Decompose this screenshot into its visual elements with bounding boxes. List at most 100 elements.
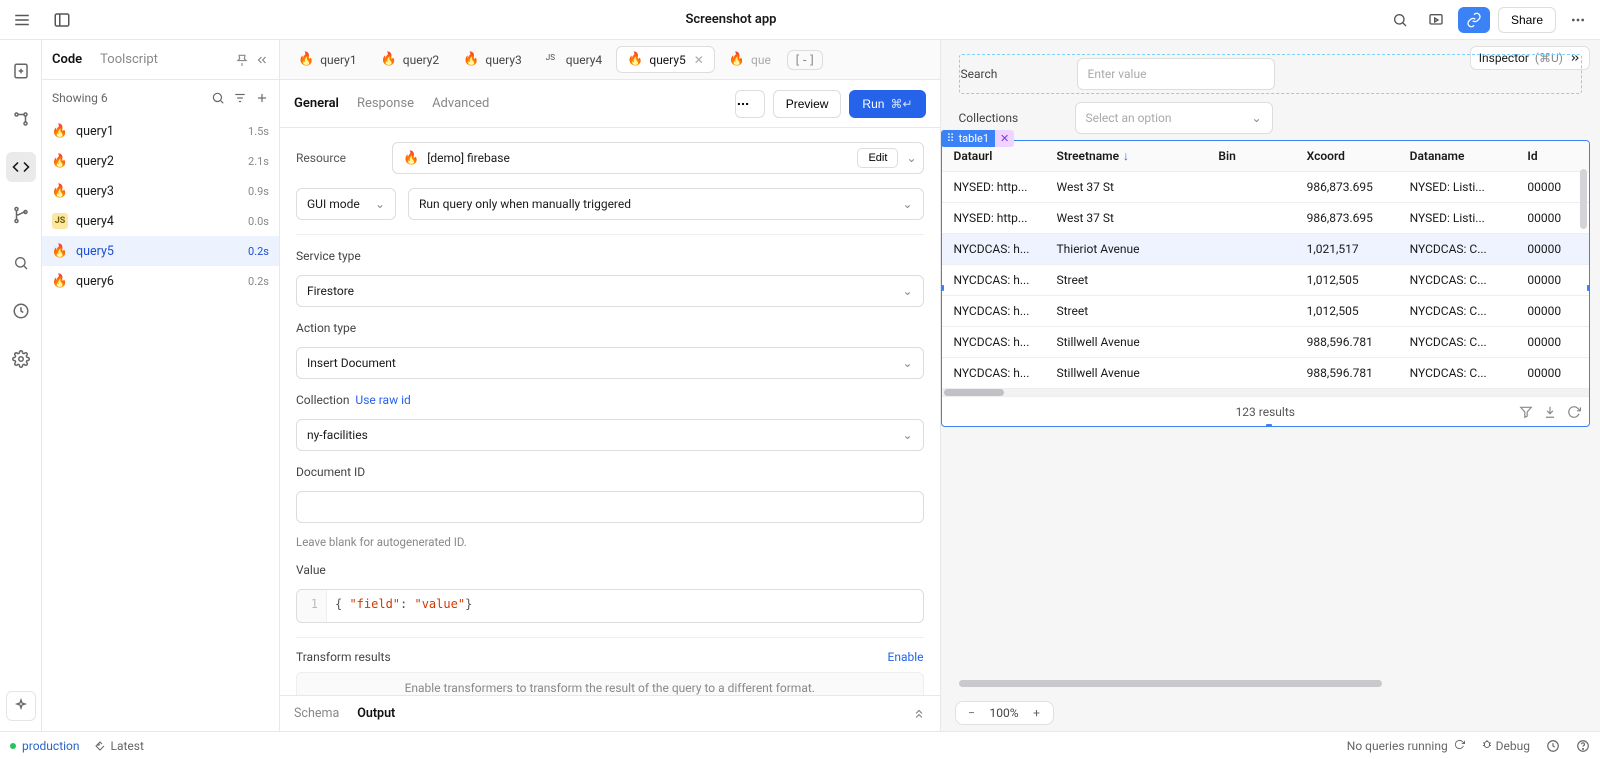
resize-handle-left[interactable] [941,284,945,292]
query-list-item[interactable]: JSquery40.0s [42,206,279,236]
panels-toggle-icon[interactable] [48,6,76,34]
resource-select[interactable]: [demo] firebase Edit [392,142,924,174]
preview-button[interactable]: Preview [773,90,842,118]
tab-code[interactable]: Code [52,52,82,67]
chevron-down-icon [902,197,912,211]
action-type-select[interactable]: Insert Document [296,347,924,379]
code-panel-icon[interactable] [6,152,36,182]
column-header[interactable]: Dataname [1398,141,1516,172]
collections-field-component[interactable]: Collections Select an option [959,98,1583,138]
query-more-button[interactable] [735,90,765,118]
component-chip[interactable]: ⠿ table1 [941,130,996,147]
collapse-bottom-icon[interactable] [912,707,926,721]
tab-general[interactable]: General [294,96,339,111]
refresh-queries-icon[interactable] [1454,739,1465,753]
collection-select[interactable]: ny-facilities [296,419,924,451]
value-editor[interactable]: 1 { "field": "value"} [296,589,924,623]
query-list-item[interactable]: query11.5s [42,116,279,146]
component-tree-icon[interactable] [6,104,36,134]
add-page-icon[interactable] [6,56,36,86]
column-header[interactable]: Xcoord [1295,141,1398,172]
code-content[interactable]: { "field": "value"} [327,590,480,622]
table-row[interactable]: NYCDCAS: h...Stillwell Avenue988,596.781… [942,327,1590,358]
table-component[interactable]: DataurlStreetname↓BinXcoordDatanameId NY… [941,140,1591,427]
tabs-overflow-button[interactable]: [-] [787,50,823,70]
results-count: 123 results [1236,405,1295,419]
hamburger-menu-icon[interactable] [8,6,36,34]
tab-response[interactable]: Response [357,96,414,111]
zoom-in-button[interactable]: + [1029,706,1045,720]
drag-handle-icon[interactable]: ⠿ [947,132,955,145]
column-header[interactable]: Streetname↓ [1045,141,1207,172]
column-header[interactable]: Id [1515,141,1589,172]
pin-icon[interactable] [235,53,249,67]
table-vertical-scrollbar[interactable] [1580,169,1587,390]
download-icon[interactable] [1543,405,1557,419]
tab-advanced[interactable]: Advanced [432,96,489,111]
share-button[interactable]: Share [1498,7,1556,33]
search-field-component[interactable]: Search Enter value [959,54,1583,94]
chevron-down-icon[interactable] [906,151,916,165]
tab-output[interactable]: Output [357,706,395,721]
environment-indicator[interactable]: production [10,739,80,753]
document-id-input[interactable] [296,491,924,523]
table-row[interactable]: NYSED: http...West 37 St986,873.695NYSED… [942,172,1590,203]
search-input[interactable]: Enter value [1077,58,1275,90]
refresh-icon[interactable] [1567,405,1581,419]
app-canvas[interactable]: Inspector (⌘U) Search Enter value Collec… [941,40,1600,731]
collapse-sidebar-icon[interactable] [255,53,269,67]
query-tab[interactable]: query2 [371,47,450,72]
use-raw-id-link[interactable]: Use raw id [355,393,410,407]
more-menu-icon[interactable] [1564,6,1592,34]
tab-schema[interactable]: Schema [294,706,339,721]
query-tab[interactable]: query5✕ [616,46,715,73]
query-tab[interactable]: JSquery4 [536,48,612,72]
status-history-icon[interactable] [1546,739,1560,753]
query-list-item[interactable]: query30.9s [42,176,279,206]
sidebar-filter-icon[interactable] [233,91,247,105]
enable-transform-link[interactable]: Enable [888,650,924,664]
query-list-item[interactable]: query50.2s [42,236,279,266]
table-row[interactable]: NYCDCAS: h...Stillwell Avenue988,596.781… [942,358,1590,389]
service-type-select[interactable]: Firestore [296,275,924,307]
column-header[interactable]: Bin [1206,141,1294,172]
table-row[interactable]: NYCDCAS: h...Street1,012,505NYCDCAS: C..… [942,265,1590,296]
tab-toolscript[interactable]: Toolscript [100,52,158,67]
history-icon[interactable] [6,296,36,326]
table-row[interactable]: NYCDCAS: h...Thieriot Avenue1,021,517NYC… [942,234,1590,265]
table-horizontal-scrollbar[interactable] [942,389,1590,396]
collections-select[interactable]: Select an option [1075,102,1273,134]
settings-gear-icon[interactable] [6,344,36,374]
trigger-mode-select[interactable]: Run query only when manually triggered [408,188,924,220]
zoom-control[interactable]: − 100% + [955,701,1054,725]
query-tab[interactable]: query3 [453,47,532,72]
table-cell [1206,234,1294,265]
table-row[interactable]: NYSED: http...West 37 St986,873.695NYSED… [942,203,1590,234]
sidebar-search-icon[interactable] [211,91,225,105]
delete-component-icon[interactable]: ✕ [995,130,1014,147]
version-tag[interactable]: Latest [94,739,144,753]
table-row[interactable]: NYCDCAS: h...Street1,012,505NYCDCAS: C..… [942,296,1590,327]
debug-toggle[interactable]: Debug [1481,738,1530,753]
zoom-out-button[interactable]: − [964,706,980,720]
query-tab[interactable]: query1 [288,47,367,72]
query-tab[interactable]: que [719,47,781,72]
canvas-horizontal-scrollbar[interactable] [959,680,1583,687]
gui-mode-select[interactable]: GUI mode [296,188,396,220]
firebase-icon [52,183,68,199]
edit-resource-button[interactable]: Edit [857,148,898,168]
copy-link-button[interactable] [1458,7,1490,33]
query-list-item[interactable]: query22.1s [42,146,279,176]
sparkle-icon[interactable] [6,691,36,721]
run-button[interactable]: Run ⌘↵ [849,90,925,118]
preview-mode-icon[interactable] [1422,6,1450,34]
search-panel-icon[interactable] [6,248,36,278]
query-list-item[interactable]: query60.2s [42,266,279,296]
transform-hint: Enable transformers to transform the res… [296,672,924,695]
help-icon[interactable] [1576,739,1590,753]
branch-icon[interactable] [6,200,36,230]
filter-icon[interactable] [1519,405,1533,419]
close-tab-icon[interactable]: ✕ [694,53,704,67]
search-icon[interactable] [1386,6,1414,34]
add-query-icon[interactable] [255,91,269,105]
